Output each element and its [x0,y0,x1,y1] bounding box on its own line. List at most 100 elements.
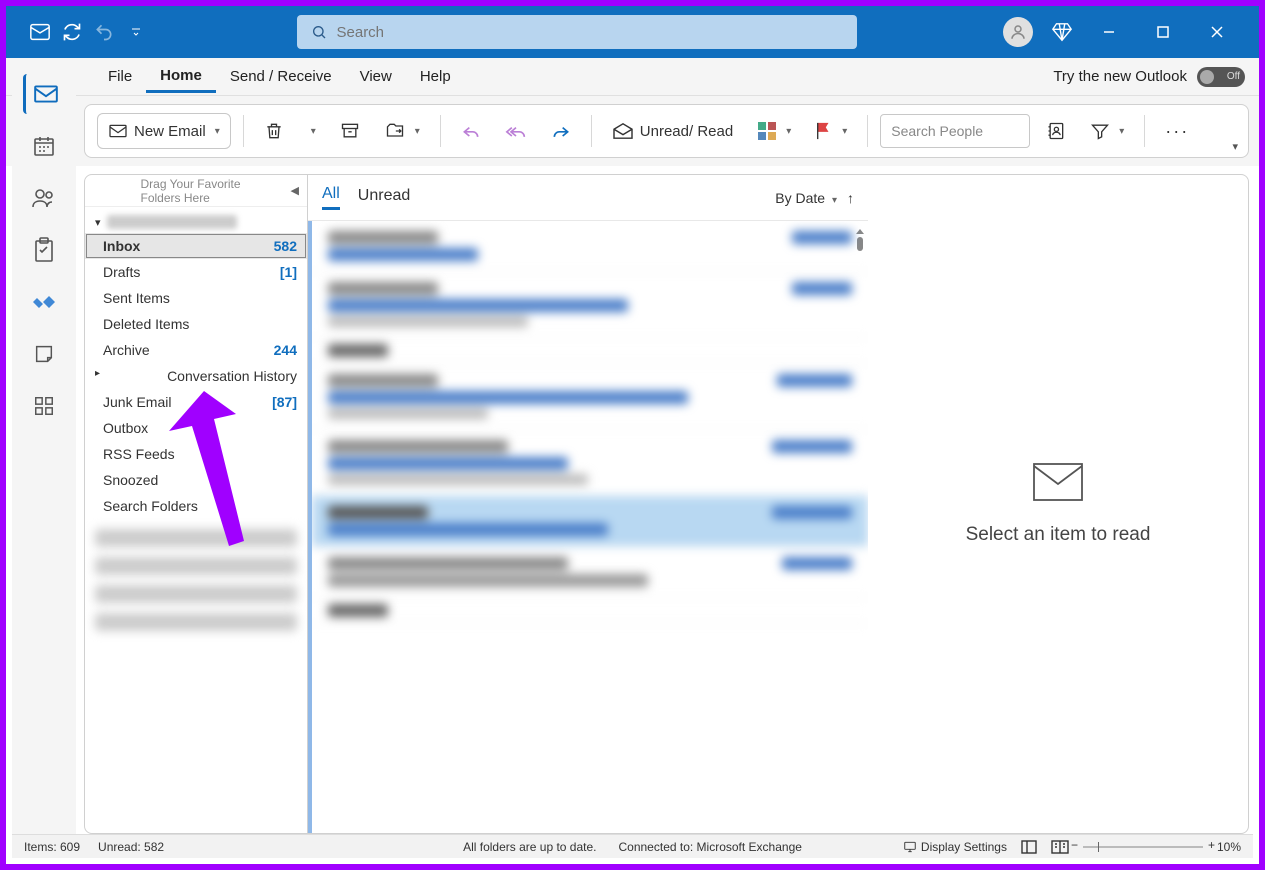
menu-view[interactable]: View [346,62,406,91]
reading-pane: Select an item to read [868,174,1249,834]
favorites-hint: Drag Your Favorite Folders Here [141,177,252,205]
folder-drafts[interactable]: Drafts[1] [85,259,307,285]
search-people-input[interactable]: Search People [880,114,1030,148]
archive-button[interactable] [332,113,368,149]
flag-button[interactable]: ▾ [807,113,855,149]
message-list-pane: All Unread By Date ▾ ↑ [308,174,868,834]
folder-outbox[interactable]: Outbox [85,415,307,441]
ribbon-expand-icon[interactable]: ▾ [1232,140,1238,153]
folder-sent-items[interactable]: Sent Items [85,285,307,311]
move-icon [384,121,406,141]
minimize-button[interactable] [1091,14,1127,50]
message-item-selected[interactable] [312,496,868,547]
rail-mail[interactable] [23,74,63,114]
reply-all-button[interactable] [497,113,535,149]
new-email-button[interactable]: New Email ▾ [97,113,231,149]
people-icon [31,186,57,210]
envelope-icon [1032,462,1084,502]
account-avatar[interactable] [1003,17,1033,47]
todo-icon [31,292,57,312]
sort-direction-icon[interactable]: ↑ [847,190,854,206]
folder-conversation-history[interactable]: ▸Conversation History [85,363,307,389]
message-item[interactable] [312,430,868,496]
collapse-folder-pane-icon[interactable]: ◀ [291,184,299,197]
rail-people[interactable] [24,178,64,218]
folder-junk-email[interactable]: Junk Email[87] [85,389,307,415]
ribbon: New Email ▾ ▾ ▾ Unread/ Read ▾ ▾ Search … [84,104,1249,158]
message-item[interactable] [312,272,868,338]
menu-send-receive[interactable]: Send / Receive [216,62,346,91]
nav-rail [12,64,76,834]
try-new-outlook-toggle[interactable]: Off [1197,67,1245,87]
tab-all[interactable]: All [322,185,340,210]
folder-deleted-items[interactable]: Deleted Items [85,311,307,337]
more-button[interactable]: ··· [1157,113,1197,149]
folder-redacted[interactable] [95,585,297,603]
search-input[interactable] [337,24,843,41]
categorize-button[interactable]: ▾ [749,113,799,149]
menu-home[interactable]: Home [146,61,216,93]
delete-dropdown[interactable]: ▾ [300,113,324,149]
status-connection: Connected to: Microsoft Exchange [618,840,801,854]
status-items: Items: 609 [24,840,80,854]
reading-pane-empty-text: Select an item to read [966,524,1151,546]
folder-search-folders[interactable]: Search Folders [85,493,307,519]
chevron-down-icon[interactable]: ▾ [215,126,220,137]
message-item[interactable] [312,364,868,430]
menu-help[interactable]: Help [406,62,465,91]
grid-icon [33,395,55,417]
clipboard-icon [33,237,55,263]
display-settings-icon [903,840,917,854]
archive-icon [340,121,360,141]
folder-inbox[interactable]: Inbox582 [85,233,307,259]
account-header[interactable]: ▾ [85,207,307,233]
close-button[interactable] [1199,14,1235,50]
rail-todo[interactable] [24,282,64,322]
filter-button[interactable]: ▾ [1082,113,1132,149]
tab-unread[interactable]: Unread [358,187,410,209]
folder-snoozed[interactable]: Snoozed [85,467,307,493]
message-item[interactable] [312,221,868,272]
folder-pane: Drag Your Favorite Folders Here ◀ ▾ Inbo… [84,174,308,834]
rail-more-apps[interactable] [24,386,64,426]
folder-archive[interactable]: Archive244 [85,337,307,363]
zoom-slider[interactable]: −+ [1083,846,1203,848]
reply-button[interactable] [453,113,489,149]
message-group-header[interactable] [312,598,868,624]
address-book-button[interactable] [1038,113,1074,149]
forward-button[interactable] [543,113,579,149]
undo-icon[interactable] [90,18,118,46]
zoom-level: 10% [1217,840,1241,854]
message-item[interactable] [312,547,868,598]
status-sync: All folders are up to date. [463,840,596,854]
delete-button[interactable] [256,113,292,149]
reply-icon [461,121,481,141]
menu-file[interactable]: File [94,62,146,91]
[interactable] [95,557,297,575]
search-box[interactable] [297,15,857,49]
view-normal-icon[interactable] [1021,840,1037,854]
envelope-icon [108,123,128,139]
folder-rss-feeds[interactable]: RSS Feeds [85,441,307,467]
try-new-outlook-label: Try the new Outlook [1053,68,1187,85]
rail-notes[interactable] [24,334,64,374]
unread-read-button[interactable]: Unread/ Read [604,113,741,149]
message-group-header[interactable] [312,338,868,364]
sync-icon[interactable] [58,18,86,46]
sort-by-date[interactable]: By Date ▾ [775,190,837,206]
view-reading-icon[interactable] [1051,840,1069,854]
mail-icon [33,83,59,105]
outlook-icon [26,18,54,46]
rail-calendar[interactable] [24,126,64,166]
maximize-button[interactable] [1145,14,1181,50]
trash-icon [264,121,284,141]
search-icon [311,24,327,40]
folder-redacted[interactable] [95,529,297,547]
rail-tasks[interactable] [24,230,64,270]
folder-redacted[interactable] [95,613,297,631]
move-button[interactable]: ▾ [376,113,428,149]
display-settings-button[interactable]: Display Settings [903,840,1007,854]
envelope-open-icon [612,122,634,140]
qat-dropdown-icon[interactable] [122,18,150,46]
premium-icon[interactable] [1051,21,1073,43]
